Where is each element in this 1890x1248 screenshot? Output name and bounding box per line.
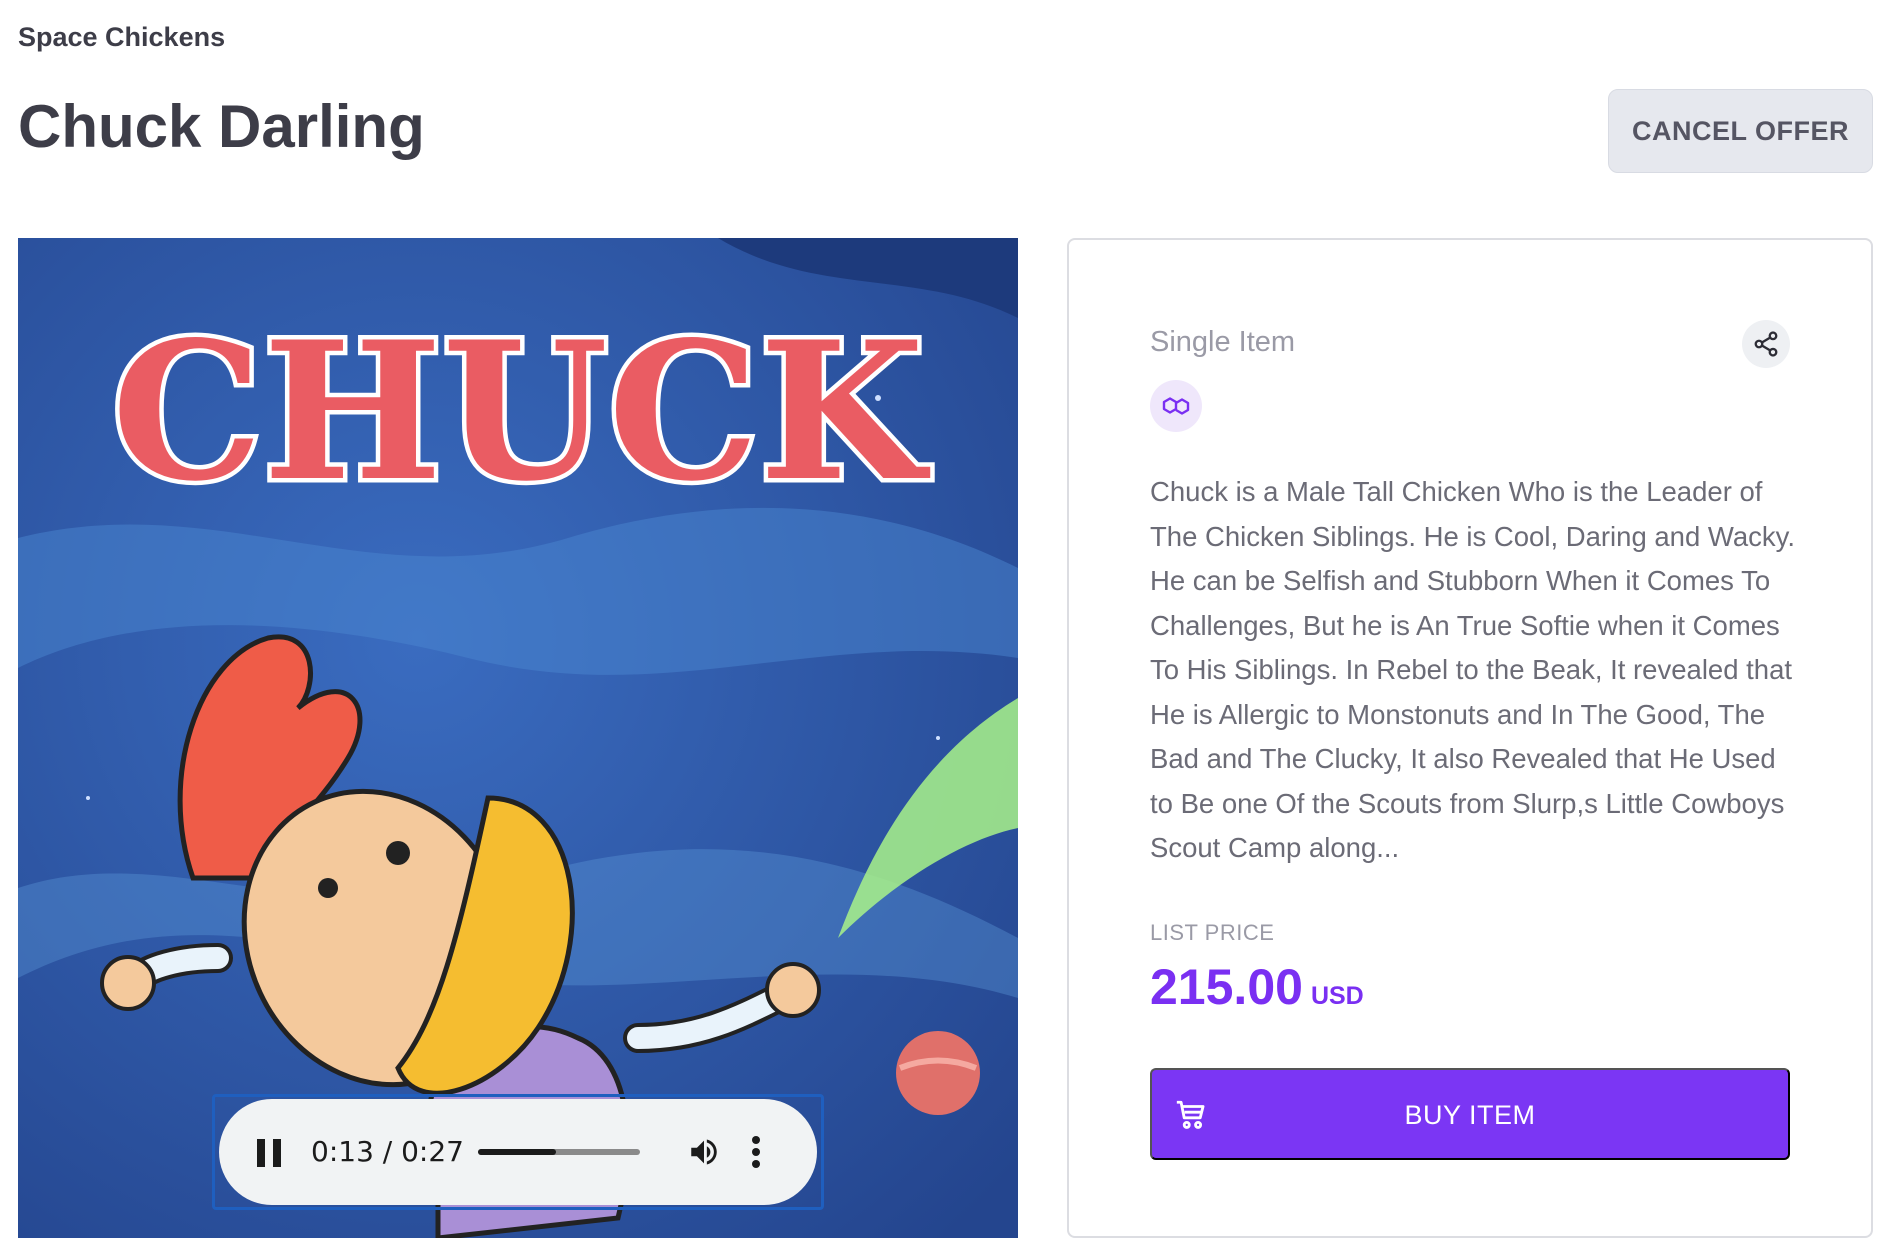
buy-item-label: BUY ITEM xyxy=(1404,1100,1536,1130)
artwork-title-text: CHUCK xyxy=(112,300,931,523)
item-description: Chuck is a Male Tall Chicken Who is the … xyxy=(1150,476,1795,863)
audio-progress-bar[interactable] xyxy=(478,1149,640,1155)
collection-name[interactable]: Space Chickens xyxy=(18,22,225,53)
audio-progress-fill xyxy=(478,1149,556,1155)
chain-badge xyxy=(1150,380,1202,432)
share-button[interactable] xyxy=(1742,320,1790,368)
audio-player[interactable]: 0:13 / 0:27 xyxy=(219,1099,817,1205)
price: 215.00 USD xyxy=(1150,958,1364,1016)
price-currency: USD xyxy=(1310,982,1364,1010)
media-artwork: CHUCK 0:13 / 0:27 xyxy=(18,238,1018,1238)
page-title: Chuck Darling xyxy=(18,93,425,160)
pause-icon[interactable] xyxy=(257,1139,283,1167)
buy-item-button[interactable]: BUY ITEM xyxy=(1150,1068,1790,1160)
cancel-offer-button[interactable]: CANCEL OFFER xyxy=(1608,89,1873,173)
polygon-icon xyxy=(1162,397,1190,415)
share-icon xyxy=(1754,331,1778,357)
volume-icon[interactable] xyxy=(687,1135,721,1169)
item-kind-label: Single Item xyxy=(1150,326,1296,358)
price-amount: 215.00 xyxy=(1150,959,1303,1015)
more-vertical-icon[interactable] xyxy=(751,1135,761,1169)
list-price-label: LIST PRICE xyxy=(1150,920,1275,945)
artwork-image: CHUCK xyxy=(18,238,1018,1238)
audio-time: 0:13 / 0:27 xyxy=(311,1135,464,1168)
